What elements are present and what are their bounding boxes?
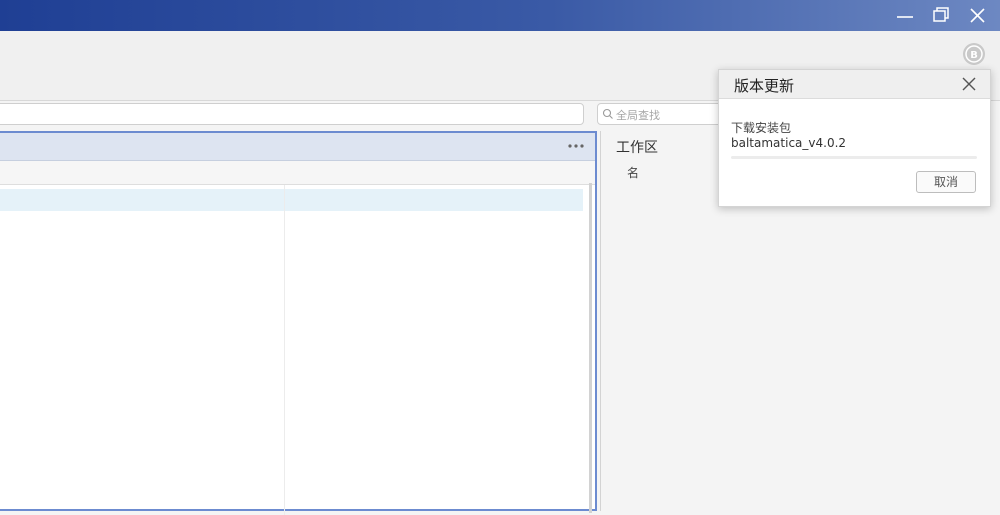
- search-placeholder: 全局查找: [616, 109, 660, 122]
- svg-text:B: B: [970, 50, 978, 61]
- vertical-scrollbar[interactable]: [589, 183, 592, 513]
- dialog-title: 版本更新: [734, 77, 795, 95]
- main-panel: [0, 131, 597, 515]
- dialog-header: 版本更新: [719, 70, 990, 99]
- table-row[interactable]: [0, 189, 583, 211]
- column-header: [0, 161, 595, 185]
- download-file-name: baltamatica_v4.0.2: [731, 136, 847, 150]
- panel-header: [0, 133, 595, 161]
- search-icon: [602, 108, 614, 123]
- update-dialog: 版本更新 下载安装包 baltamatica_v4.0.2 取消: [718, 69, 991, 207]
- restore-icon[interactable]: [929, 4, 953, 26]
- more-icon[interactable]: [567, 140, 585, 152]
- close-icon[interactable]: [966, 4, 990, 26]
- column-divider: [284, 185, 285, 515]
- download-status-label: 下载安装包: [731, 121, 792, 135]
- download-progress-bar: [731, 156, 977, 159]
- cancel-button[interactable]: 取消: [916, 171, 976, 193]
- workspace-column-name[interactable]: 名: [627, 164, 639, 181]
- workspace-title: 工作区: [616, 140, 658, 156]
- path-bar[interactable]: [0, 103, 584, 125]
- title-bar: [0, 0, 1000, 31]
- search-input[interactable]: 全局查找: [597, 103, 727, 125]
- close-icon[interactable]: [962, 77, 976, 91]
- app-logo-icon: B: [962, 42, 986, 66]
- minimize-icon[interactable]: [893, 4, 917, 26]
